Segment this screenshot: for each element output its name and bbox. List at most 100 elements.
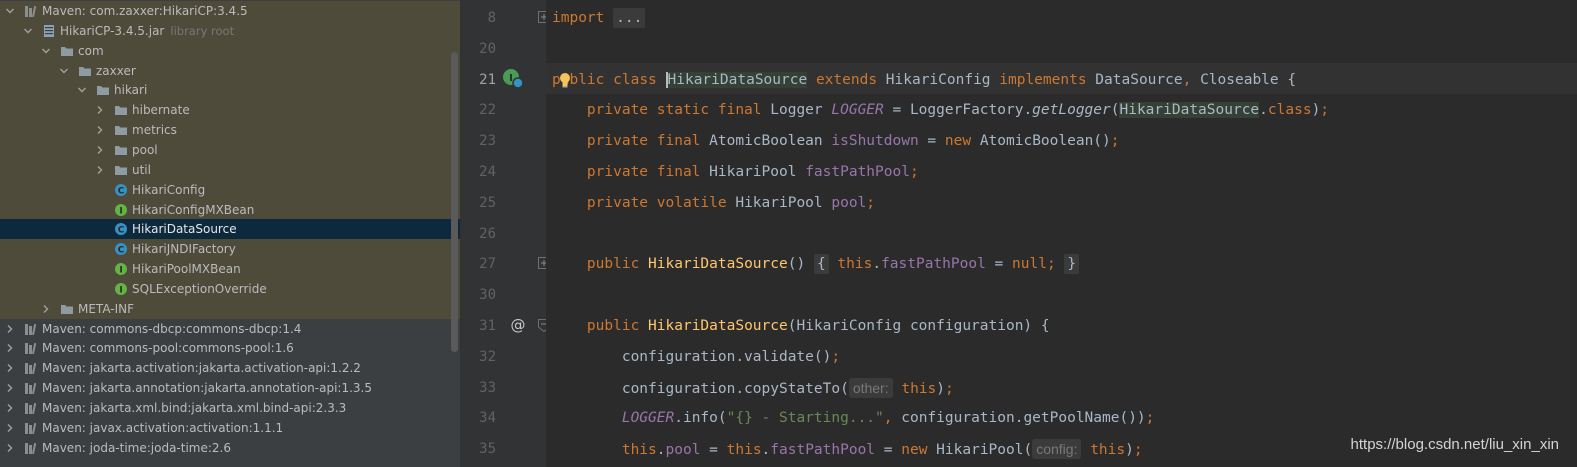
tree-row[interactable]: Maven: javax.activation:activation:1.1.1 bbox=[0, 418, 460, 438]
chevron-right-icon[interactable] bbox=[4, 319, 16, 339]
folded-code[interactable]: ... bbox=[613, 8, 646, 28]
code-line[interactable]: LOGGER.info("{} - Starting...", configur… bbox=[552, 403, 1155, 434]
implements-gutter-icon[interactable]: I bbox=[502, 68, 524, 90]
tree-row-text: hikari bbox=[114, 83, 148, 98]
watermark: https://blog.csdn.net/liu_xin_xin bbox=[1350, 436, 1559, 453]
tree-row[interactable]: util bbox=[0, 159, 460, 180]
package-icon bbox=[114, 123, 128, 137]
library-icon bbox=[24, 401, 38, 415]
chevron-right-icon[interactable] bbox=[94, 120, 106, 140]
code-token: fastPathPool bbox=[770, 442, 876, 459]
code-line[interactable]: private static final Logger LOGGER = Log… bbox=[552, 95, 1329, 126]
code-line[interactable]: public class HikariDataSource extends Hi… bbox=[552, 65, 1296, 96]
parameter-hint: config: bbox=[1032, 439, 1082, 460]
svg-text:I: I bbox=[119, 285, 122, 295]
svg-text:I: I bbox=[119, 206, 122, 216]
tree-row[interactable]: Maven: commons-pool:commons-pool:1.6 bbox=[0, 338, 460, 358]
chevron-right-icon[interactable] bbox=[4, 398, 16, 418]
code-line[interactable]: this.pool = this.fastPathPool = new Hika… bbox=[552, 434, 1143, 465]
code-line[interactable]: configuration.copyStateTo(other: this); bbox=[552, 373, 954, 404]
code-token: HikariPool( bbox=[927, 442, 1033, 459]
chevron-right-icon[interactable] bbox=[40, 299, 52, 319]
code-token: pool bbox=[665, 442, 701, 459]
tree-row[interactable]: C HikariJNDIFactory bbox=[0, 239, 460, 260]
tree-row[interactable]: C HikariConfig bbox=[0, 179, 460, 200]
project-tree-scrollbar[interactable] bbox=[451, 52, 458, 352]
code-line[interactable]: public HikariDataSource(HikariConfig con… bbox=[552, 311, 1050, 342]
tree-row-text: HikariDataSource bbox=[132, 222, 237, 237]
tree-row[interactable]: com bbox=[0, 40, 460, 61]
tree-row[interactable]: META-INF bbox=[0, 298, 460, 319]
code-token: extends bbox=[815, 71, 878, 88]
code-token: ; bbox=[1133, 442, 1143, 459]
tree-row[interactable]: I HikariConfigMXBean bbox=[0, 199, 460, 220]
tree-row[interactable]: metrics bbox=[0, 120, 460, 141]
tree-row[interactable]: HikariCP-3.4.5.jar library root bbox=[0, 20, 460, 41]
code-token: AtomicBoolean bbox=[700, 133, 832, 150]
tree-row[interactable]: pool bbox=[0, 139, 460, 160]
tree-row[interactable]: C HikariDataSource bbox=[0, 219, 460, 240]
tree-row[interactable]: hibernate bbox=[0, 100, 460, 121]
chevron-right-icon[interactable] bbox=[94, 100, 106, 120]
folded-code[interactable]: } bbox=[1064, 254, 1080, 275]
tree-row-label: HikariConfigMXBean bbox=[132, 200, 254, 220]
chevron-down-icon[interactable] bbox=[40, 41, 52, 61]
chevron-down-icon[interactable] bbox=[22, 21, 34, 41]
code-line[interactable]: public HikariDataSource() { this.fastPat… bbox=[552, 249, 1080, 280]
tree-row-text: hibernate bbox=[132, 103, 190, 118]
folded-code[interactable]: { bbox=[813, 254, 829, 275]
tree-row-text: Maven: commons-dbcp:commons-dbcp:1.4 bbox=[42, 321, 302, 336]
annotation-at-icon[interactable]: @ bbox=[509, 316, 527, 334]
code-token: ) bbox=[1125, 442, 1134, 459]
project-tree-panel: Maven: com.zaxxer:HikariCP:3.4.5 HikariCP… bbox=[0, 0, 460, 467]
chevron-down-icon[interactable] bbox=[58, 61, 70, 81]
chevron-right-icon[interactable] bbox=[4, 438, 16, 458]
tree-row-text: Maven: jakarta.annotation:jakarta.annota… bbox=[42, 381, 372, 396]
code-line[interactable]: private final HikariPool fastPathPool; bbox=[552, 157, 919, 188]
tree-row[interactable]: zaxxer bbox=[0, 60, 460, 81]
lightbulb-icon[interactable] bbox=[558, 72, 572, 88]
line-number: 23 bbox=[479, 133, 496, 150]
tree-row-text: pool bbox=[132, 142, 158, 157]
chevron-right-icon[interactable] bbox=[94, 140, 106, 160]
code-line[interactable]: private final AtomicBoolean isShutdown =… bbox=[552, 126, 1120, 157]
code-line[interactable]: import ... bbox=[552, 3, 646, 34]
tree-row[interactable]: Maven: commons-dbcp:commons-dbcp:1.4 bbox=[0, 319, 460, 339]
chevron-right-icon[interactable] bbox=[94, 160, 106, 180]
chevron-down-icon[interactable] bbox=[4, 1, 16, 21]
library-icon bbox=[24, 341, 38, 355]
chevron-right-icon[interactable] bbox=[4, 378, 16, 398]
chevron-right-icon[interactable] bbox=[4, 418, 16, 438]
code-line[interactable]: private volatile HikariPool pool; bbox=[552, 188, 875, 219]
tree-row[interactable]: Maven: joda-time:joda-time:2.6 bbox=[0, 438, 460, 458]
chevron-right-icon[interactable] bbox=[4, 338, 16, 358]
tree-row[interactable]: Maven: jakarta.xml.bind:jakarta.xml.bind… bbox=[0, 398, 460, 418]
code-token: HikariPool bbox=[700, 164, 806, 180]
code-line[interactable]: configuration.validate(); bbox=[552, 342, 840, 373]
code-token: getLogger bbox=[1032, 102, 1111, 119]
chevron-down-icon[interactable] bbox=[76, 80, 88, 100]
package-icon bbox=[114, 163, 128, 177]
chevron-right-icon[interactable] bbox=[4, 358, 16, 378]
tree-row[interactable]: hikari bbox=[0, 80, 460, 101]
tree-row[interactable]: Maven: jakarta.annotation:jakarta.annota… bbox=[0, 378, 460, 398]
interface-icon: I bbox=[114, 282, 128, 296]
code-token: new bbox=[901, 442, 928, 459]
tree-row[interactable]: Maven: com.zaxxer:HikariCP:3.4.5 bbox=[0, 1, 460, 21]
tree-row[interactable]: I HikariPoolMXBean bbox=[0, 259, 460, 280]
package-icon bbox=[60, 44, 74, 58]
code-token: null bbox=[1012, 256, 1047, 273]
tree-row-label: Maven: com.zaxxer:HikariCP:3.4.5 bbox=[42, 1, 248, 21]
library-icon bbox=[24, 441, 38, 455]
code-token: this bbox=[1090, 442, 1126, 459]
code-token: ; bbox=[909, 164, 919, 180]
tree-row[interactable]: Maven: jakarta.activation:jakarta.activa… bbox=[0, 358, 460, 378]
code-token: this bbox=[621, 442, 657, 459]
tree-row[interactable]: I SQLExceptionOverride bbox=[0, 278, 460, 299]
